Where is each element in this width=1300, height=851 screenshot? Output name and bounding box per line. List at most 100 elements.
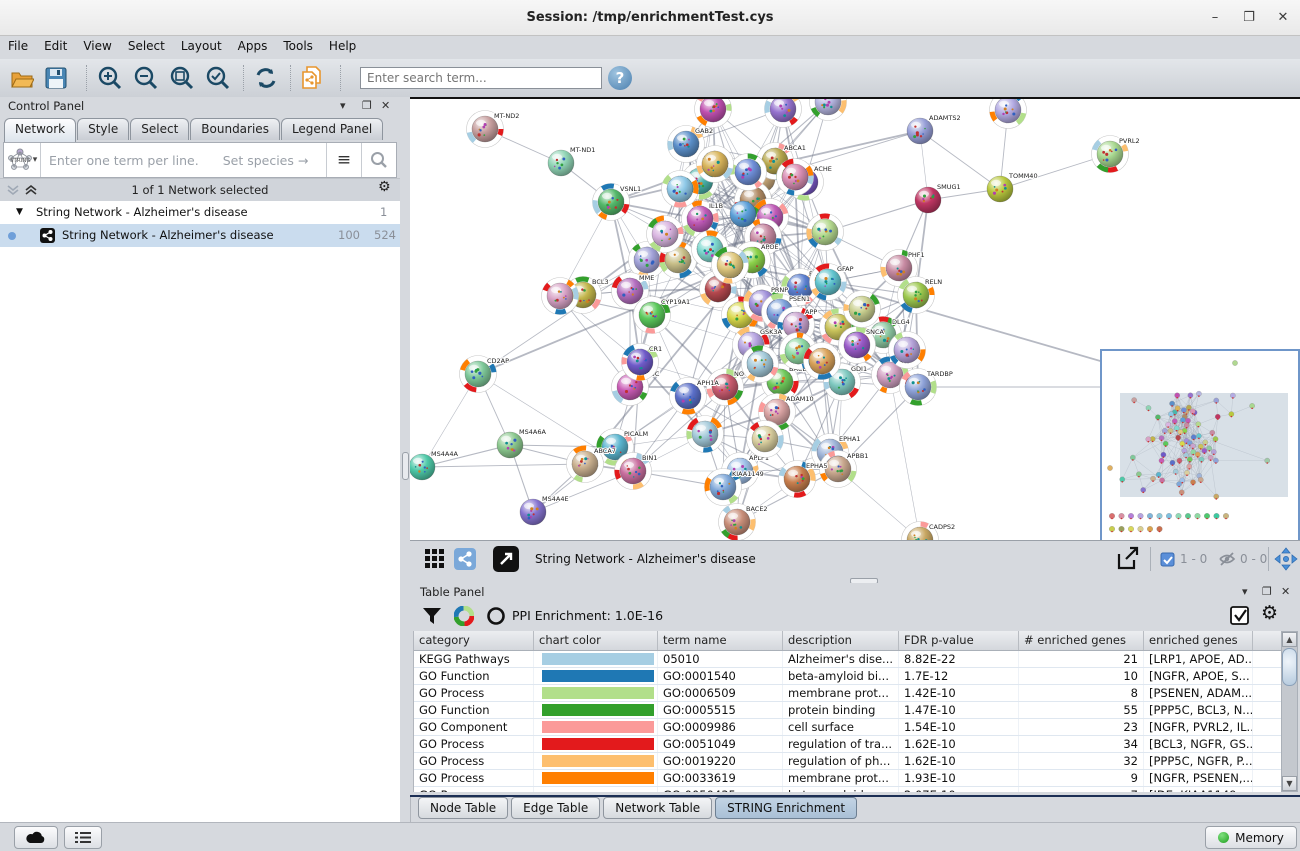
hidden-eye-icon[interactable] [1218,551,1236,567]
pan-navigate-icon[interactable] [1274,547,1298,571]
network-node[interactable] [844,291,881,328]
network-node[interactable]: CYP19A1 [634,297,691,334]
scrollbar-thumb[interactable] [1282,648,1297,686]
table-row[interactable]: GO FunctionGO:0005515protein binding1.47… [414,702,1282,719]
scroll-down-icon[interactable]: ▼ [1282,776,1297,791]
selected-checkbox-icon[interactable] [1160,552,1175,567]
menu-help[interactable]: Help [321,36,364,56]
network-node[interactable]: RELN [898,277,943,314]
network-node[interactable]: ADAMTS2 [907,114,961,144]
column-header--enriched-genes[interactable]: # enriched genes [1019,631,1144,650]
string-search-icon[interactable] [361,143,396,177]
network-node[interactable] [647,216,684,253]
export-view-icon[interactable] [1115,546,1141,575]
column-header-enriched-genes[interactable]: enriched genes [1144,631,1253,650]
network-node[interactable] [712,247,749,284]
chart-donut-icon[interactable] [454,606,474,626]
expand-all-icon[interactable] [24,184,38,196]
panel-float-icon[interactable]: ❐ [362,99,372,112]
network-node[interactable]: EPHA5 [779,461,828,498]
tab-boundaries[interactable]: Boundaries [190,118,280,140]
tab-network[interactable]: Network [4,118,76,142]
panel-float-icon[interactable]: ❐ [1262,585,1272,598]
network-node[interactable] [804,343,841,380]
memory-button[interactable]: Memory [1205,826,1297,849]
scroll-up-icon[interactable]: ▲ [1282,632,1297,647]
network-node[interactable] [687,416,724,453]
tab-legend-panel[interactable]: Legend Panel [281,118,383,140]
menu-select[interactable]: Select [120,36,173,56]
column-header-FDR-p-value[interactable]: FDR p-value [899,631,1019,650]
close-button[interactable]: ✕ [1266,0,1300,35]
help-icon[interactable]: ? [608,66,632,90]
tab-string-enrichment[interactable]: STRING Enrichment [715,797,857,819]
network-node[interactable] [730,154,767,191]
task-history-button[interactable] [64,826,102,849]
network-node[interactable]: SMUG1 [915,183,961,213]
network-node[interactable]: GFAP [810,264,854,301]
copy-network-icon[interactable] [298,64,326,92]
panel-close-icon[interactable]: ✕ [381,99,390,112]
filter-icon[interactable] [422,606,442,626]
table-row[interactable]: GO ComponentGO:0009986cell surface1.54E-… [414,719,1282,736]
network-node[interactable]: VSNL1 [593,184,642,221]
column-header-description[interactable]: description [783,631,899,650]
string-query-placeholder[interactable]: Enter one term per line. [49,153,199,168]
collapse-all-icon[interactable] [6,184,20,196]
gear-icon[interactable]: ⚙ [378,179,391,195]
ring-chart-icon[interactable] [486,606,506,626]
network-node[interactable] [889,332,926,369]
network-canvas[interactable]: MT-ND2MT-ND1VSNL1GAB2ADAMTS2PVRL2TOMM40S… [410,97,1300,542]
network-node[interactable] [730,201,756,227]
search-input[interactable] [360,67,602,89]
save-session-icon[interactable] [42,64,70,92]
network-node[interactable] [697,146,734,183]
maximize-button[interactable]: ❐ [1232,0,1266,35]
open-file-icon[interactable] [8,64,36,92]
table-row[interactable]: GO ProcessGO:0050435beta-amyloid m...2.0… [414,787,1282,792]
table-row[interactable]: GO FunctionGO:0001540beta-amyloid bi...1… [414,668,1282,685]
menu-edit[interactable]: Edit [36,36,75,56]
network-node[interactable] [807,214,844,251]
network-node[interactable] [765,99,802,128]
collapse-triangle-icon[interactable]: ▼ [16,201,23,224]
tab-network-table[interactable]: Network Table [603,797,712,819]
network-row[interactable]: String Network - Alzheimer's disease 100… [0,224,400,247]
string-view-icon[interactable] [454,548,476,573]
table-scrollbar[interactable]: ▲ ▼ [1281,631,1298,792]
refresh-icon[interactable] [252,64,280,92]
column-header-category[interactable]: category [414,631,534,650]
cloud-tasks-button[interactable] [14,826,58,849]
table-row[interactable]: GO ProcessGO:0006509membrane prot...1.42… [414,685,1282,702]
network-node[interactable] [777,159,814,196]
tab-edge-table[interactable]: Edge Table [511,797,600,819]
menu-view[interactable]: View [75,36,119,56]
zoom-in-icon[interactable] [96,64,124,92]
table-row[interactable]: GO ProcessGO:0033619membrane prot...1.93… [414,770,1282,787]
column-header-chart-color[interactable]: chart color [534,631,658,650]
minimize-button[interactable]: – [1198,0,1232,35]
table-row[interactable]: KEGG Pathways05010Alzheimer's dise...8.8… [414,651,1282,668]
network-node[interactable] [742,346,779,383]
panel-menu-icon[interactable]: ▾ [1242,585,1248,598]
grid-mode-icon[interactable] [424,548,446,573]
network-node[interactable] [695,99,732,128]
string-options-icon[interactable]: ≡ [326,143,361,177]
menu-layout[interactable]: Layout [173,36,230,56]
network-node[interactable]: BIN1 [615,453,658,490]
menu-apps[interactable]: Apps [230,36,276,56]
network-node[interactable] [990,99,1027,129]
network-node[interactable]: CADPS2 [902,522,956,543]
string-database-selector[interactable]: STRING ▾ [4,143,41,177]
network-collection-row[interactable]: ▼ String Network - Alzheimer's disease 1 [0,201,400,224]
menu-file[interactable]: File [0,36,36,56]
network-node[interactable] [747,421,784,458]
tab-style[interactable]: Style [77,118,129,140]
zoom-fit-icon[interactable] [168,64,196,92]
splitter-handle[interactable] [402,452,409,480]
network-node[interactable]: CD2AP [460,356,510,393]
zoom-selected-icon[interactable] [204,64,232,92]
network-node[interactable]: MS4A4E [520,495,569,525]
birds-eye-navigator[interactable] [1100,349,1300,542]
network-node[interactable] [542,278,579,315]
